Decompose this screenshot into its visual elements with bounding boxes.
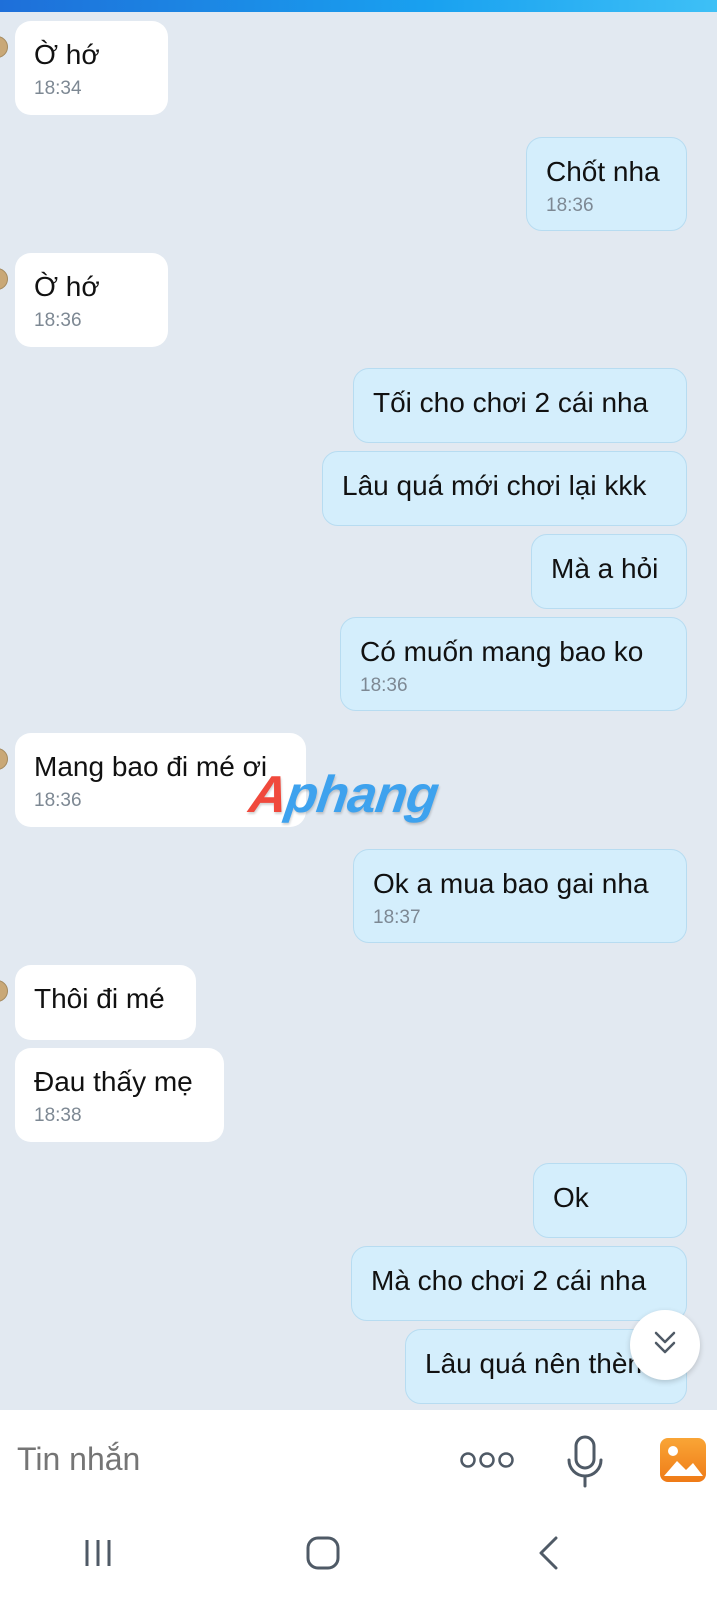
message-time: 18:34 <box>34 78 82 99</box>
scroll-down-icon <box>650 1328 680 1363</box>
avatar[interactable] <box>0 268 8 290</box>
outgoing-message[interactable]: Chốt nha 18:36 <box>526 137 687 231</box>
avatar[interactable] <box>0 980 8 1002</box>
photo-gallery-icon[interactable] <box>658 1436 708 1491</box>
outgoing-message[interactable]: Ok <box>533 1163 687 1238</box>
system-navigation-bar <box>0 1520 717 1600</box>
avatar[interactable] <box>0 748 8 770</box>
message-text: Chốt nha <box>546 156 660 187</box>
message-text: Mà cho chơi 2 cái nha <box>371 1265 647 1296</box>
outgoing-message[interactable]: Ok a mua bao gai nha 18:37 <box>353 849 687 943</box>
chat-area[interactable]: Ờ hớ 18:34 Chốt nha 18:36 Ờ hớ 18:36 Tối… <box>0 0 717 1410</box>
message-text: Có muốn mang bao ko <box>360 636 644 667</box>
outgoing-message[interactable]: Tối cho chơi 2 cái nha <box>353 368 687 443</box>
message-text: Tối cho chơi 2 cái nha <box>373 387 649 418</box>
message-text: Mang bao đi mé ơi <box>34 751 268 782</box>
message-time: 18:37 <box>373 907 421 928</box>
message-text: Lâu quá mới chơi lại kkk <box>342 470 647 501</box>
avatar[interactable] <box>0 36 8 58</box>
outgoing-message[interactable]: Mà cho chơi 2 cái nha <box>351 1246 687 1321</box>
message-text: Mà a hỏi <box>551 553 659 584</box>
incoming-message[interactable]: Ờ hớ 18:34 <box>15 21 168 115</box>
watermark-logo: Aphang <box>245 766 442 824</box>
message-text: Ờ hớ <box>34 39 100 70</box>
incoming-message[interactable]: Đau thấy mẹ 18:38 <box>15 1048 224 1142</box>
recent-apps-icon[interactable] <box>82 1538 114 1573</box>
message-input[interactable] <box>15 1440 439 1479</box>
message-text: Đau thấy mẹ <box>34 1066 193 1097</box>
outgoing-message[interactable]: Có muốn mang bao ko 18:36 <box>340 617 687 711</box>
top-accent-bar <box>0 0 717 12</box>
incoming-message[interactable]: Ờ hớ 18:36 <box>15 253 168 347</box>
message-text: Ok a mua bao gai nha <box>373 868 649 899</box>
message-text: Thôi đi mé <box>34 983 165 1014</box>
back-icon[interactable] <box>536 1536 560 1575</box>
message-time: 18:36 <box>546 195 594 216</box>
outgoing-message[interactable]: Mà a hỏi <box>531 534 687 609</box>
message-time: 18:38 <box>34 1105 82 1126</box>
home-icon[interactable] <box>306 1536 340 1575</box>
scroll-down-button[interactable] <box>630 1310 700 1380</box>
message-time: 18:36 <box>34 310 82 331</box>
incoming-message[interactable]: Thôi đi mé <box>15 965 196 1040</box>
outgoing-message[interactable]: Lâu quá mới chơi lại kkk <box>322 451 687 526</box>
message-text: Ờ hớ <box>34 271 100 302</box>
message-text: Ok <box>553 1182 589 1213</box>
microphone-icon[interactable] <box>565 1434 605 1497</box>
more-options-icon[interactable] <box>460 1450 514 1475</box>
message-input-bar <box>0 1410 717 1520</box>
message-time: 18:36 <box>360 675 408 696</box>
